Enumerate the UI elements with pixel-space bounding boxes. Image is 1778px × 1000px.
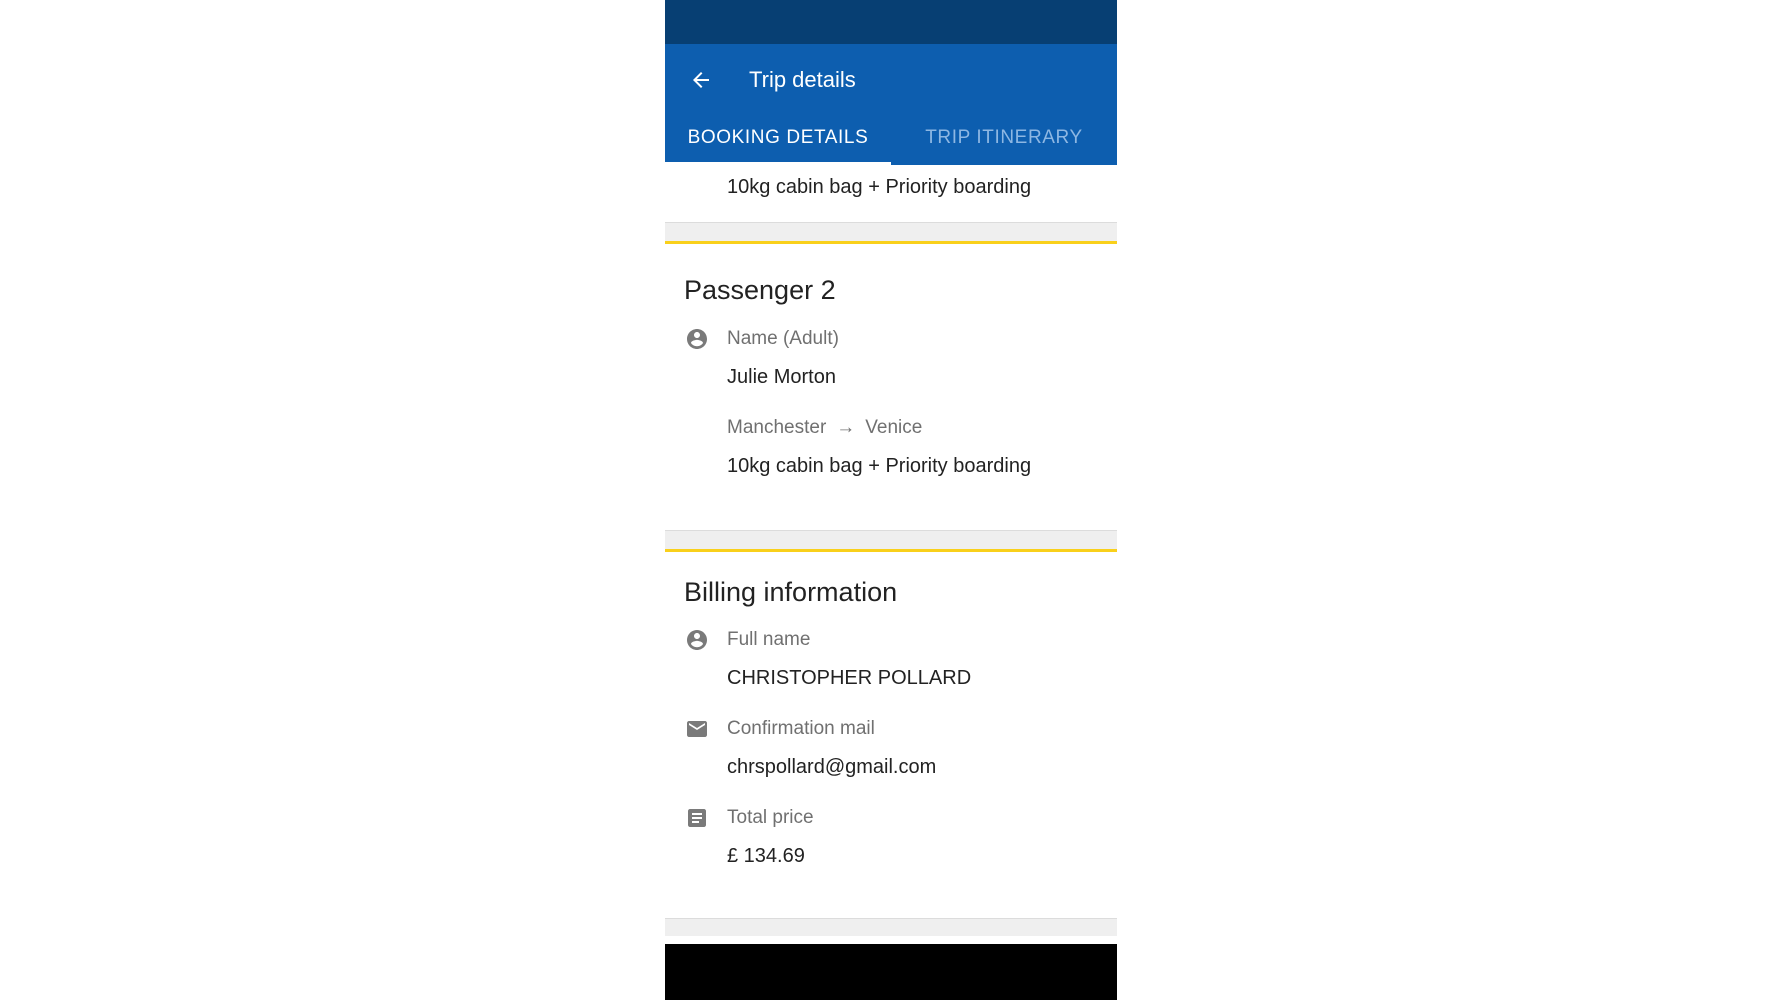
- passenger-2-section: Passenger 2 Name (Adult) Julie Morton Ma…: [665, 244, 1117, 530]
- price-value: £ 134.69: [727, 845, 805, 867]
- account-circle-icon: [684, 627, 710, 653]
- passenger1-extras: 10kg cabin bag + Priority boarding: [727, 176, 1032, 198]
- email-value: chrspollard@gmail.com: [727, 756, 937, 778]
- name-label: Name (Adult): [727, 328, 839, 349]
- back-button[interactable]: [683, 62, 719, 98]
- route-arrow-icon: →: [836, 417, 856, 438]
- full-name-label: Full name: [727, 629, 811, 650]
- email-field: Confirmation mail chrspollard@gmail.com: [684, 716, 1098, 781]
- booking-details-content: 10kg cabin bag + Priority boarding Passe…: [665, 165, 1117, 936]
- billing-section: Billing information Full name CHRISTOPHE…: [665, 552, 1117, 918]
- receipt-icon: [684, 805, 710, 831]
- passenger2-extras: 10kg cabin bag + Priority boarding: [727, 455, 1032, 477]
- route-origin: Manchester: [727, 417, 827, 438]
- passenger1-extras-remnant: 10kg cabin bag + Priority boarding: [665, 165, 1117, 222]
- app-bar: Trip details BOOKING DETAILS TRIP ITINER…: [665, 44, 1117, 165]
- account-circle-icon: [684, 326, 710, 352]
- arrow-left-icon: [693, 72, 709, 88]
- name-value: Julie Morton: [727, 366, 836, 388]
- route-line: Manchester → Venice: [727, 415, 1098, 441]
- mail-icon: [684, 716, 710, 742]
- email-label: Confirmation mail: [727, 718, 875, 739]
- route-destination: Venice: [865, 417, 923, 438]
- tab-trip-itinerary[interactable]: TRIP ITINERARY: [891, 111, 1117, 165]
- tab-bar: BOOKING DETAILS TRIP ITINERARY: [665, 111, 1117, 165]
- price-label: Total price: [727, 807, 814, 828]
- passenger-name-field: Name (Adult) Julie Morton: [684, 326, 1098, 391]
- page-title: Trip details: [749, 67, 856, 92]
- section-divider-bottom: [665, 918, 1117, 936]
- status-bar: [665, 0, 1117, 44]
- passenger-2-title: Passenger 2: [684, 275, 836, 305]
- full-name-value: CHRISTOPHER POLLARD: [727, 667, 972, 689]
- phone-screen: Trip details BOOKING DETAILS TRIP ITINER…: [665, 0, 1117, 1000]
- billing-title: Billing information: [684, 577, 898, 607]
- tab-booking-details[interactable]: BOOKING DETAILS: [665, 111, 891, 165]
- system-navigation-bar: [665, 944, 1117, 1000]
- section-divider: [665, 222, 1117, 244]
- price-field: Total price £ 134.69: [684, 805, 1098, 870]
- section-divider: [665, 530, 1117, 552]
- full-name-field: Full name CHRISTOPHER POLLARD: [684, 627, 1098, 692]
- passenger-route-field: Manchester → Venice 10kg cabin bag + Pri…: [684, 415, 1098, 480]
